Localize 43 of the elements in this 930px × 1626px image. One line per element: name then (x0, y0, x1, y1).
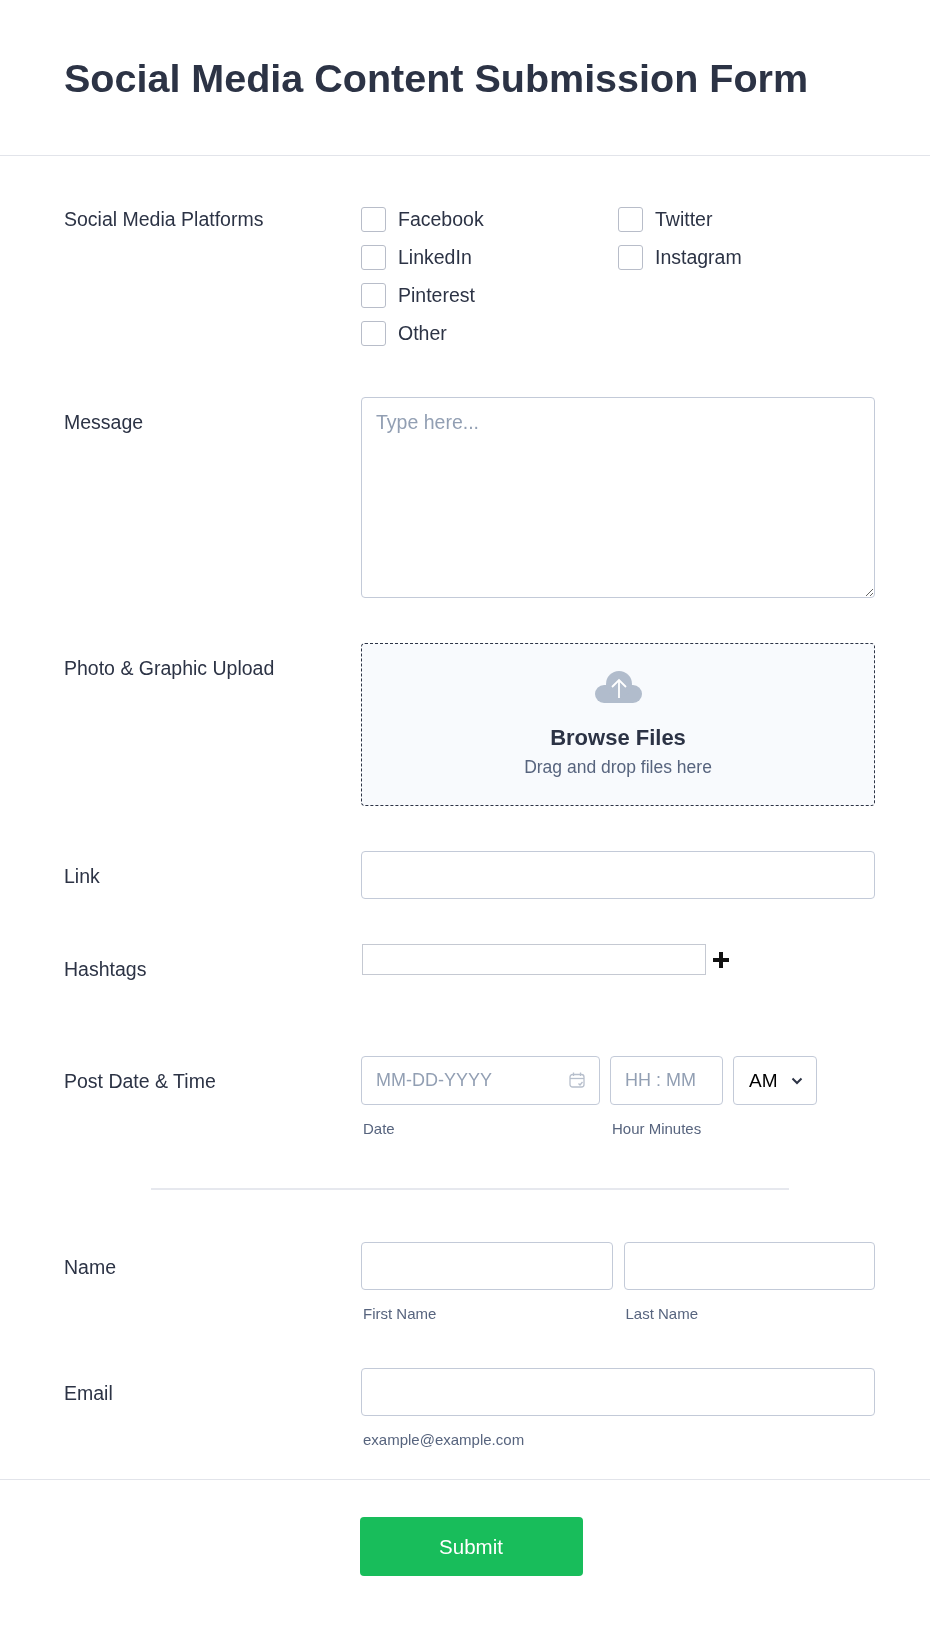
field-label: Post Date & Time (64, 1069, 216, 1092)
upload-dropzone[interactable]: Browse Files Drag and drop files here (361, 643, 875, 806)
field-sublabel: First Name (362, 1305, 437, 1323)
drop-hint-text: Drag and drop files here (524, 756, 712, 778)
date-field[interactable]: MM-DD-YYYY (361, 1056, 600, 1105)
field-label: Message (64, 410, 144, 433)
hashtag-field[interactable] (362, 944, 706, 975)
field-sublabel: example@example.com (362, 1431, 525, 1449)
cloud-upload-icon (594, 671, 642, 703)
field-label: Photo & Graphic Upload (64, 656, 275, 679)
checkbox[interactable] (618, 244, 643, 270)
field-label: Email (64, 1381, 113, 1404)
input-field[interactable] (623, 1242, 875, 1290)
checkbox-label[interactable]: LinkedIn (398, 246, 472, 268)
checkbox[interactable] (361, 206, 386, 232)
browse-files-text[interactable]: Browse Files (550, 725, 686, 751)
field-sublabel: Hour Minutes (611, 1120, 702, 1138)
chevron-down-icon (791, 1076, 803, 1085)
plus-icon (713, 951, 729, 968)
field-label: Social Media Platforms (64, 207, 264, 230)
add-button[interactable] (713, 951, 729, 968)
checkbox-label[interactable]: Instagram (655, 246, 742, 268)
checkbox[interactable] (361, 320, 386, 346)
field-label: Hashtags (64, 957, 147, 980)
form-title: Social Media Content Submission Form (64, 54, 808, 102)
textarea-field[interactable]: Type here... (361, 397, 875, 598)
input-field[interactable] (361, 1242, 613, 1290)
checkbox-label[interactable]: Twitter (655, 208, 713, 230)
period-select[interactable]: AM (733, 1056, 817, 1105)
field-sublabel: Last Name (624, 1305, 699, 1323)
checkbox-label[interactable]: Facebook (398, 208, 484, 230)
input-field[interactable] (361, 1368, 875, 1416)
field-label: Link (64, 864, 100, 887)
field-sublabel: Date (362, 1120, 395, 1138)
time-field[interactable]: HH : MM (610, 1056, 723, 1105)
checkbox-label[interactable]: Other (398, 322, 447, 344)
input-field[interactable] (361, 851, 875, 899)
calendar-icon (569, 1072, 585, 1088)
checkbox[interactable] (618, 206, 643, 232)
checkbox-label[interactable]: Pinterest (398, 284, 475, 306)
checkbox[interactable] (361, 244, 386, 270)
checkbox[interactable] (361, 282, 386, 308)
field-label: Name (64, 1255, 117, 1278)
